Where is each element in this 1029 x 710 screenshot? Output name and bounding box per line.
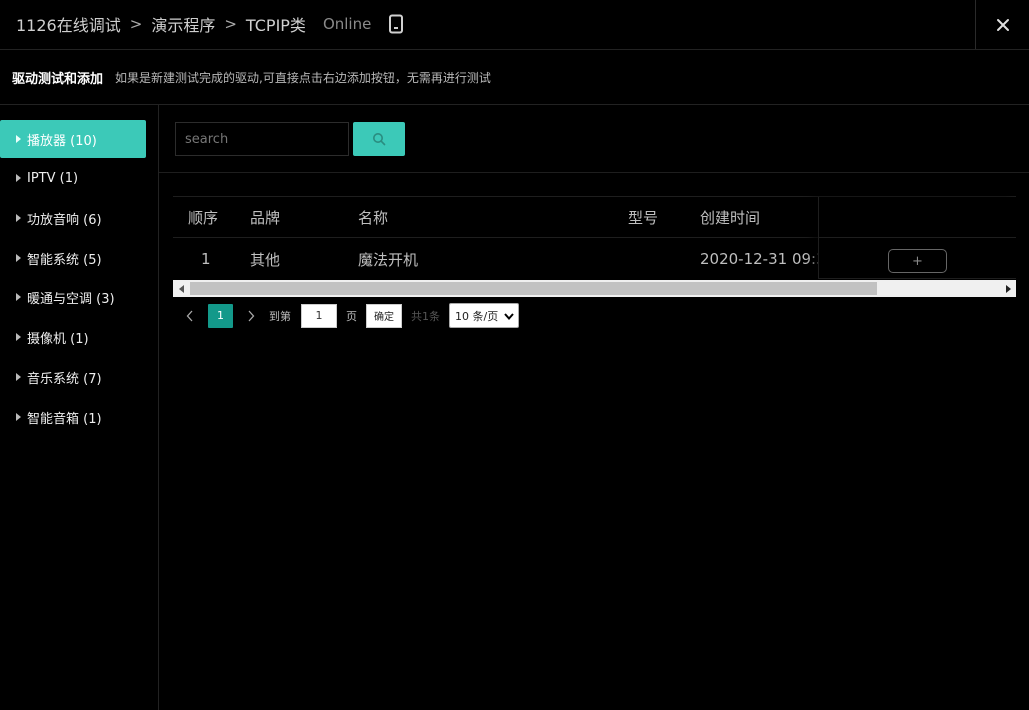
pagination: 1 到第 页 确定 共1条 10 条/页: [180, 303, 519, 328]
caret-right-icon: [16, 214, 21, 222]
column-header-brand: 品牌: [250, 208, 281, 227]
chevron-right-icon: [248, 310, 255, 321]
top-bar: 1126在线调试 > 演示程序 > TCPIP类 Online: [0, 0, 1029, 50]
action-column: +: [818, 197, 1016, 279]
goto-label: 到第: [269, 309, 291, 323]
column-header-created: 创建时间: [700, 208, 761, 227]
cell-created: 2020-12-31 09:3: [700, 250, 818, 268]
section-header: 驱动测试和添加 如果是新建测试完成的驱动,可直接点击右边添加按钮，无需再进行测试: [0, 50, 1029, 105]
breadcrumb-separator: >: [129, 15, 143, 33]
caret-right-icon: [16, 174, 21, 182]
column-header-model: 型号: [628, 208, 659, 227]
sidebar-item-smart-system[interactable]: 智能系统 (5): [0, 239, 146, 277]
phone-icon[interactable]: [388, 14, 404, 34]
breadcrumb-item-program[interactable]: 演示程序: [151, 12, 215, 36]
close-icon: [996, 18, 1009, 31]
breadcrumb-item-project[interactable]: 1126在线调试: [16, 12, 121, 36]
sidebar-item-iptv[interactable]: IPTV (1): [0, 159, 146, 197]
page-unit-label: 页: [346, 309, 357, 323]
scrollbar-thumb[interactable]: [190, 282, 877, 295]
sidebar-item-player[interactable]: 播放器 (10): [0, 120, 146, 158]
column-header-name: 名称: [358, 208, 389, 227]
search-bar: [159, 105, 1029, 173]
breadcrumb: 1126在线调试 > 演示程序 > TCPIP类 Online: [16, 12, 404, 36]
sidebar-item-label: 智能音箱 (1): [27, 411, 102, 427]
cell-brand: 其他: [250, 250, 281, 269]
caret-right-icon: [16, 135, 21, 143]
search-button[interactable]: [353, 122, 405, 156]
sidebar-item-hvac[interactable]: 暖通与空调 (3): [0, 278, 146, 316]
triangle-left-icon: [178, 284, 184, 293]
category-sidebar: 播放器 (10) IPTV (1) 功放音响 (6) 智能系统 (5) 暖通与空…: [0, 105, 159, 710]
confirm-goto-button[interactable]: 确定: [366, 303, 402, 328]
page-size-value: 10 条/页: [455, 309, 499, 323]
next-page-button[interactable]: [241, 304, 261, 328]
section-title: 驱动测试和添加: [12, 71, 104, 87]
sidebar-item-camera[interactable]: 摄像机 (1): [0, 318, 146, 356]
caret-right-icon: [16, 333, 21, 341]
sidebar-item-amplifier[interactable]: 功放音响 (6): [0, 199, 146, 237]
close-button[interactable]: [975, 0, 1029, 49]
sidebar-item-label: 摄像机 (1): [27, 331, 89, 347]
page-size-select[interactable]: 10 条/页: [449, 303, 519, 328]
online-status: Online: [322, 15, 372, 33]
page-number-current[interactable]: 1: [208, 303, 233, 328]
sidebar-item-label: 暖通与空调 (3): [27, 291, 115, 307]
breadcrumb-separator: >: [224, 15, 237, 33]
add-driver-button[interactable]: +: [888, 249, 947, 273]
chevron-left-icon: [186, 310, 193, 321]
column-header-index: 顺序: [188, 208, 219, 227]
cell-name: 魔法开机: [358, 250, 419, 269]
caret-right-icon: [16, 254, 21, 262]
goto-page-input[interactable]: [301, 303, 337, 328]
sidebar-item-label: IPTV (1): [27, 170, 79, 186]
chevron-down-icon: [504, 313, 514, 321]
sidebar-item-label: 功放音响 (6): [27, 212, 102, 228]
caret-right-icon: [16, 413, 21, 421]
triangle-right-icon: [1005, 284, 1011, 293]
sidebar-item-music-system[interactable]: 音乐系统 (7): [0, 358, 146, 396]
scroll-left-arrow[interactable]: [173, 280, 190, 297]
action-column-header: [819, 197, 1016, 238]
search-icon: [373, 133, 386, 146]
scroll-right-arrow[interactable]: [999, 280, 1016, 297]
sidebar-item-smart-speaker[interactable]: 智能音箱 (1): [0, 398, 146, 436]
total-count: 共1条: [411, 309, 440, 323]
search-input[interactable]: [175, 122, 349, 156]
caret-right-icon: [16, 293, 21, 301]
sidebar-item-label: 播放器 (10): [27, 133, 97, 149]
sidebar-item-label: 智能系统 (5): [27, 252, 102, 268]
section-description: 如果是新建测试完成的驱动,可直接点击右边添加按钮，无需再进行测试: [115, 70, 491, 85]
breadcrumb-item-category[interactable]: TCPIP类: [246, 12, 306, 36]
prev-page-button[interactable]: [180, 304, 200, 328]
cell-index: 1: [201, 250, 211, 268]
sidebar-item-label: 音乐系统 (7): [27, 371, 102, 387]
caret-right-icon: [16, 373, 21, 381]
horizontal-scrollbar[interactable]: [173, 280, 1016, 297]
